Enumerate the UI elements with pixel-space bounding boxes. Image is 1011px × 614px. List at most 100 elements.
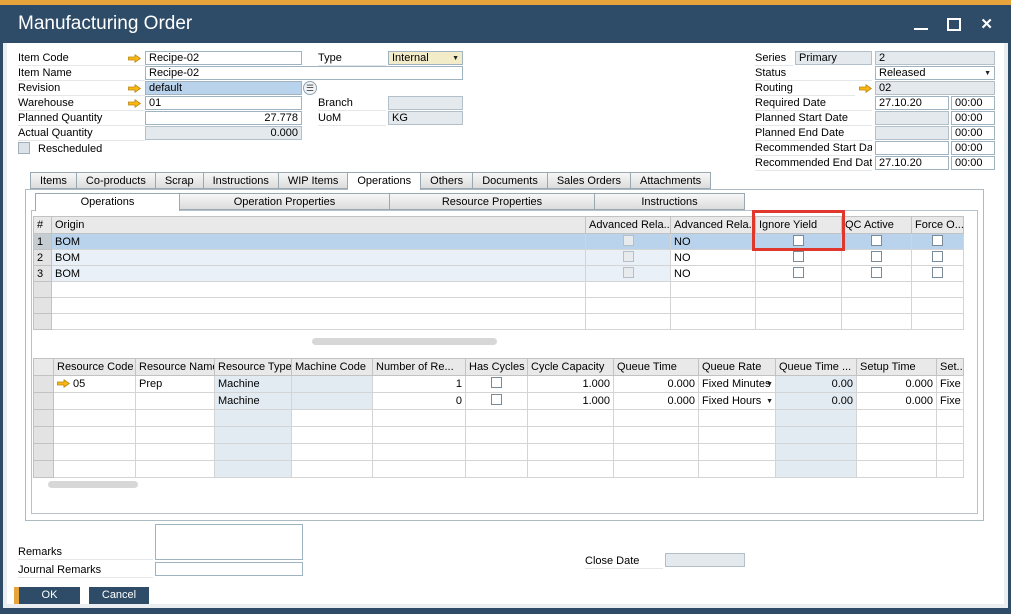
cancel-button[interactable]: Cancel <box>89 587 149 604</box>
grid-cell[interactable]: Fixed Minutes▼ <box>699 376 776 393</box>
grid-cell[interactable] <box>586 234 671 250</box>
grid-cell[interactable] <box>912 266 964 282</box>
grid-cell[interactable]: NO <box>671 234 756 250</box>
required-date-field[interactable]: 27.10.20 <box>875 96 949 110</box>
revision-field[interactable]: default <box>145 81 302 95</box>
warehouse-link-arrow-icon[interactable] <box>128 99 141 108</box>
checkbox[interactable] <box>793 251 804 262</box>
grid-cell[interactable]: 1.000 <box>528 393 614 410</box>
grid-cell[interactable] <box>842 250 912 266</box>
tab-documents[interactable]: Documents <box>473 172 548 189</box>
ok-button[interactable]: OK <box>14 587 80 604</box>
grid-cell[interactable]: 1.000 <box>528 376 614 393</box>
grid-cell[interactable]: NO <box>671 266 756 282</box>
tab-instructions[interactable]: Instructions <box>204 172 279 189</box>
minimize-icon[interactable] <box>914 28 928 30</box>
grid-cell[interactable] <box>34 393 54 410</box>
tab-attachments[interactable]: Attachments <box>631 172 711 189</box>
tab-operation-properties[interactable]: Operation Properties <box>180 193 390 210</box>
grid-cell[interactable]: Prep <box>136 376 215 393</box>
grid-cell[interactable]: Machine <box>215 376 292 393</box>
tab-others[interactable]: Others <box>421 172 473 189</box>
tab-operations[interactable]: Operations <box>35 193 180 211</box>
recommended-end-date-field[interactable]: 27.10.20 <box>875 156 949 170</box>
checkbox[interactable] <box>932 235 943 246</box>
tab-instructions[interactable]: Instructions <box>595 193 745 210</box>
grid-cell[interactable] <box>466 393 528 410</box>
grid-cell[interactable] <box>292 376 373 393</box>
grid-cell[interactable] <box>842 266 912 282</box>
grid-cell[interactable]: 1 <box>373 376 466 393</box>
status-dropdown[interactable]: Released▼ <box>875 66 995 80</box>
tab-co-products[interactable]: Co-products <box>77 172 156 189</box>
grid-cell[interactable]: 0 <box>373 393 466 410</box>
grid-cell[interactable] <box>756 250 842 266</box>
grid-cell[interactable]: BOM <box>52 234 586 250</box>
grid-cell[interactable] <box>912 234 964 250</box>
grid-cell[interactable] <box>34 376 54 393</box>
required-time-field[interactable]: 00:00 <box>951 96 995 110</box>
grid-cell[interactable]: 0.00 <box>776 376 857 393</box>
grid-cell[interactable]: BOM <box>52 266 586 282</box>
grid-cell[interactable]: 1 <box>34 234 52 250</box>
item-code-link-arrow-icon[interactable] <box>128 54 141 63</box>
tab-operations[interactable]: Operations <box>348 172 421 190</box>
grid-cell[interactable]: 0.000 <box>857 393 937 410</box>
operations-grid-hscrollbar-thumb[interactable] <box>312 338 497 345</box>
grid-cell[interactable]: 05 <box>54 376 136 393</box>
grid-cell[interactable]: Fixe <box>937 393 964 410</box>
checkbox[interactable] <box>871 235 882 246</box>
warehouse-field[interactable]: 01 <box>145 96 302 110</box>
remarks-textarea[interactable] <box>155 524 303 560</box>
recommended-end-time-field[interactable]: 00:00 <box>951 156 995 170</box>
planned-quantity-field[interactable]: 27.778 <box>145 111 302 125</box>
checkbox[interactable] <box>932 251 943 262</box>
checkbox[interactable] <box>491 394 502 405</box>
tab-wip-items[interactable]: WIP Items <box>279 172 349 189</box>
grid-cell[interactable]: 3 <box>34 266 52 282</box>
grid-cell[interactable]: 0.000 <box>614 393 699 410</box>
grid-cell[interactable]: 0.00 <box>776 393 857 410</box>
grid-cell[interactable] <box>912 250 964 266</box>
checkbox[interactable] <box>793 267 804 278</box>
checkbox[interactable] <box>871 267 882 278</box>
maximize-icon[interactable] <box>947 18 961 31</box>
grid-cell[interactable]: BOM <box>52 250 586 266</box>
item-code-field[interactable]: Recipe-02 <box>145 51 302 65</box>
grid-cell[interactable] <box>466 376 528 393</box>
tab-resource-properties[interactable]: Resource Properties <box>390 193 595 210</box>
grid-cell[interactable]: Fixed Hours▼ <box>699 393 776 410</box>
grid-cell[interactable] <box>292 393 373 410</box>
revision-list-icon[interactable]: ☰ <box>303 81 317 95</box>
grid-cell[interactable]: 2 <box>34 250 52 266</box>
grid-cell[interactable] <box>756 266 842 282</box>
type-dropdown[interactable]: Internal▼ <box>388 51 463 65</box>
grid-cell[interactable]: NO <box>671 250 756 266</box>
tab-sales-orders[interactable]: Sales Orders <box>548 172 631 189</box>
planned-end-time-field[interactable]: 00:00 <box>951 126 995 140</box>
revision-link-arrow-icon[interactable] <box>128 84 141 93</box>
resources-grid-hscrollbar-thumb[interactable] <box>48 481 138 488</box>
routing-link-arrow-icon[interactable] <box>859 84 872 93</box>
recommended-start-date-field[interactable] <box>875 141 949 155</box>
tab-scrap[interactable]: Scrap <box>156 172 204 189</box>
grid-cell[interactable] <box>842 234 912 250</box>
link-arrow-icon[interactable] <box>57 379 70 388</box>
journal-remarks-field[interactable] <box>155 562 303 576</box>
grid-cell[interactable] <box>54 393 136 410</box>
item-name-field[interactable]: Recipe-02 <box>145 66 463 80</box>
checkbox[interactable] <box>932 267 943 278</box>
grid-cell[interactable] <box>136 393 215 410</box>
checkbox[interactable] <box>491 377 502 388</box>
planned-start-time-field[interactable]: 00:00 <box>951 111 995 125</box>
grid-cell[interactable]: 0.000 <box>857 376 937 393</box>
grid-cell[interactable] <box>586 250 671 266</box>
grid-cell[interactable] <box>586 266 671 282</box>
close-icon[interactable]: ✕ <box>980 18 993 31</box>
grid-cell[interactable]: 0.000 <box>614 376 699 393</box>
recommended-start-time-field[interactable]: 00:00 <box>951 141 995 155</box>
checkbox[interactable] <box>871 251 882 262</box>
grid-cell[interactable]: Fixe <box>937 376 964 393</box>
tab-items[interactable]: Items <box>30 172 77 189</box>
grid-cell[interactable]: Machine <box>215 393 292 410</box>
